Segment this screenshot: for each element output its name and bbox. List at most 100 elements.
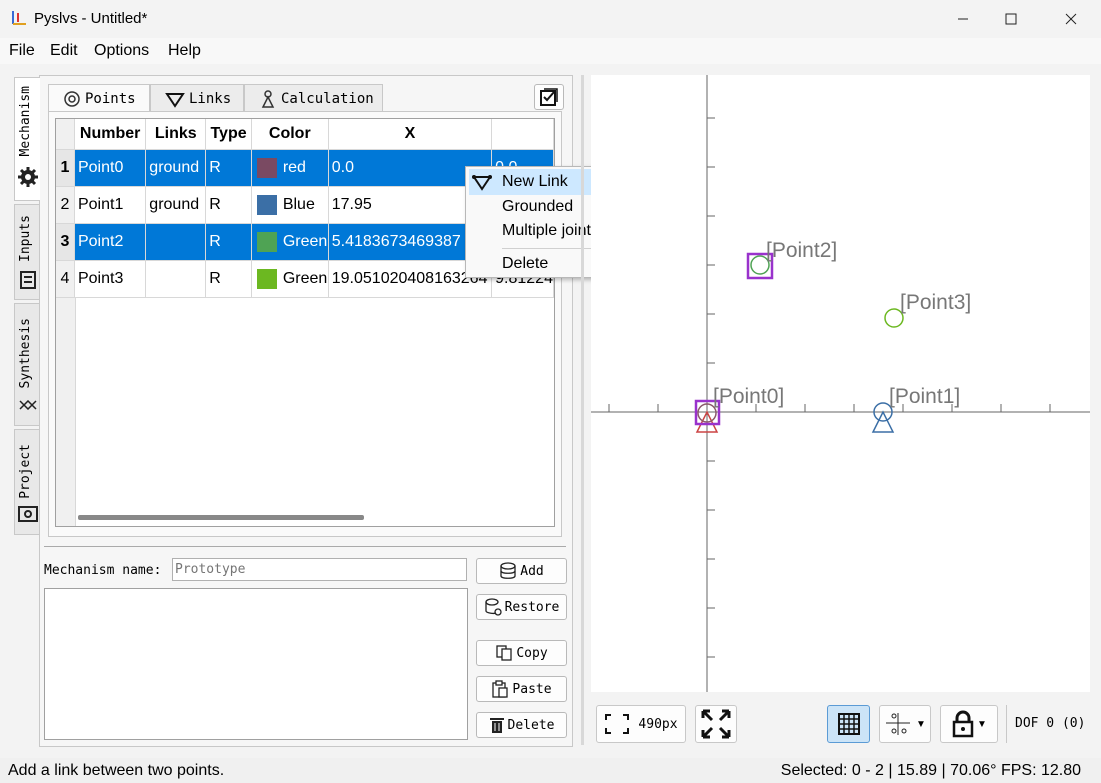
input-icon <box>20 271 36 289</box>
color-name: Green <box>282 269 328 287</box>
zoom-frame-icon <box>605 714 630 734</box>
color-name: red <box>282 158 306 176</box>
dof-label: DOF 0 (0) <box>1015 716 1086 731</box>
point2-label: [Point2] <box>766 239 838 262</box>
lock-button[interactable]: ▼ <box>940 705 998 743</box>
synthesis-icon <box>19 400 37 410</box>
tab-calculation[interactable]: Calculation <box>244 84 383 112</box>
cell-color[interactable]: Green <box>251 260 329 298</box>
maximize-button[interactable] <box>988 0 1034 38</box>
cell-color[interactable]: red <box>251 149 329 187</box>
select-mode-button[interactable] <box>534 84 564 110</box>
lock-dropdown-icon: ▼ <box>977 718 987 730</box>
menu-edit[interactable]: Edit <box>50 42 78 60</box>
mechanism-name-input[interactable] <box>172 558 467 581</box>
cell-links[interactable]: ground <box>145 149 207 187</box>
side-tab-synthesis[interactable]: Synthesis <box>14 303 40 426</box>
links-icon <box>165 92 185 108</box>
scrollbar-thumb[interactable] <box>78 515 364 520</box>
cell-number[interactable]: Point2 <box>74 223 147 261</box>
cell-color[interactable]: Blue <box>251 186 329 224</box>
checkbox-icon <box>540 88 558 106</box>
paste-button[interactable]: Paste <box>476 676 567 702</box>
row-header[interactable]: 1 <box>56 149 75 187</box>
side-tab-inputs[interactable]: Inputs <box>14 204 40 300</box>
table-header-row: Number Links Type Color X <box>56 119 554 150</box>
menu-item-new-link[interactable]: New Link <box>502 173 568 191</box>
restore-database-icon <box>484 598 502 616</box>
color-name: Blue <box>282 195 315 213</box>
close-button[interactable] <box>1048 0 1094 38</box>
calculation-icon <box>261 89 275 108</box>
points-icon <box>64 90 80 107</box>
menu-options[interactable]: Options <box>94 42 149 60</box>
grid-toggle-button[interactable] <box>827 705 870 743</box>
color-swatch <box>256 231 277 252</box>
row-header[interactable]: 2 <box>56 186 75 224</box>
status-message: Add a link between two points. <box>8 762 225 779</box>
copy-button[interactable]: Copy <box>476 640 567 666</box>
cell-type[interactable]: R <box>205 149 252 187</box>
col-x[interactable]: X <box>328 119 493 150</box>
point1-label: [Point1] <box>889 385 961 408</box>
status-bar: Add a link between two points. Selected:… <box>0 758 1101 783</box>
col-color[interactable]: Color <box>251 119 329 150</box>
side-tab-project[interactable]: Project <box>14 429 40 535</box>
minimize-button[interactable] <box>940 0 986 38</box>
splitter-handle[interactable] <box>581 75 584 745</box>
restore-button[interactable]: Restore <box>476 594 567 620</box>
tab-links-label: Links <box>189 90 232 107</box>
menu-item-multiple-joint[interactable]: Multiple joint <box>502 222 591 240</box>
cell-links[interactable]: ground <box>145 186 207 224</box>
divider <box>44 546 566 547</box>
maximize-icon <box>1005 13 1017 25</box>
title-bar: Pyslvs - Untitled* <box>0 0 1101 38</box>
cell-number[interactable]: Point3 <box>74 260 147 298</box>
row-header[interactable]: 4 <box>56 260 75 298</box>
add-label: Add <box>520 563 544 579</box>
col-y[interactable] <box>491 119 554 150</box>
mechanism-list[interactable] <box>44 588 468 740</box>
project-icon <box>18 506 38 522</box>
menu-bar: File Edit Options Help <box>0 38 1101 64</box>
axis-options-button[interactable]: ▼ <box>879 705 931 743</box>
dropdown-arrow-icon: ▼ <box>916 718 926 730</box>
cell-number[interactable]: Point1 <box>74 186 147 224</box>
row-header[interactable]: 3 <box>56 223 75 261</box>
point0-label: [Point0] <box>713 385 785 408</box>
table-hscrollbar[interactable] <box>60 512 550 524</box>
cell-number[interactable]: Point0 <box>74 149 147 187</box>
delete-button[interactable]: Delete <box>476 712 567 738</box>
menu-item-grounded[interactable]: Grounded <box>502 198 573 216</box>
cell-color[interactable]: Green <box>251 223 329 261</box>
cell-links[interactable] <box>145 223 207 261</box>
color-swatch <box>256 268 277 289</box>
cell-type[interactable]: R <box>205 186 252 224</box>
menu-item-delete[interactable]: Delete <box>502 255 548 273</box>
fullscreen-button[interactable] <box>695 705 737 743</box>
tab-links[interactable]: Links <box>150 84 244 112</box>
zoom-fit-button[interactable]: 490px <box>596 705 686 743</box>
col-number[interactable]: Number <box>74 119 147 150</box>
col-links[interactable]: Links <box>145 119 207 150</box>
zoom-value: 490px <box>638 716 678 732</box>
paste-label: Paste <box>512 681 552 697</box>
paste-icon <box>492 680 509 698</box>
add-button[interactable]: Add <box>476 558 567 584</box>
cell-type[interactable]: R <box>205 260 252 298</box>
tab-points[interactable]: Points <box>48 84 150 112</box>
row-header-filler <box>56 298 76 526</box>
cell-type[interactable]: R <box>205 223 252 261</box>
mechanism-name-label: Mechanism name: <box>44 563 162 578</box>
col-type[interactable]: Type <box>205 119 252 150</box>
menu-file[interactable]: File <box>9 42 35 60</box>
gear-icon <box>18 167 38 187</box>
mechanism-canvas[interactable]: [Point0] [Point1] [Point2] [Point3] <box>591 75 1090 692</box>
tab-calculation-label: Calculation <box>281 90 374 107</box>
app-icon <box>12 11 26 25</box>
menu-help[interactable]: Help <box>168 42 201 60</box>
side-tab-project-label: Project <box>18 444 33 499</box>
cell-links[interactable] <box>145 260 207 298</box>
copy-label: Copy <box>516 645 548 661</box>
side-tab-mechanism[interactable]: Mechanism <box>14 77 40 201</box>
